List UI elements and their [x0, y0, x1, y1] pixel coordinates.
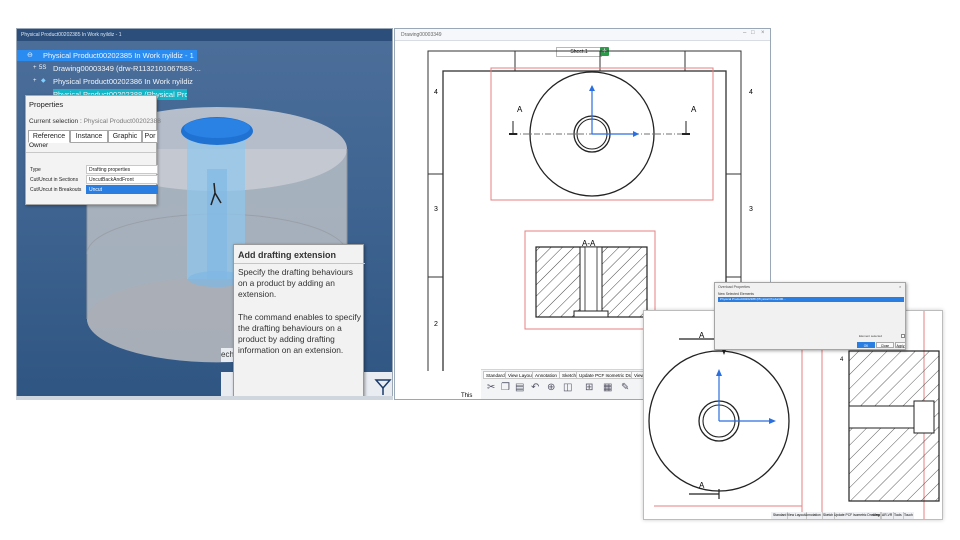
minimize-icon[interactable]: – [743, 30, 746, 36]
tab-standard[interactable]: Standard [483, 371, 508, 379]
zoom-label-a-bottom: A [699, 481, 705, 490]
title-block-fragment: This [461, 393, 473, 399]
viewport-3d-window[interactable]: Physical Product00202385 In Work nyildiz… [16, 28, 393, 400]
scissors-icon[interactable]: ✂ [487, 382, 495, 393]
tab-por[interactable]: Por [142, 130, 158, 143]
tree-node-icon: ⊖ [27, 52, 33, 59]
ztab-touch[interactable]: Touch [903, 512, 914, 519]
drawing-titlebar: Drawing00003349 [395, 29, 770, 41]
overload-properties-dialog[interactable]: Overload Properties × New Selected Eleme… [714, 282, 906, 350]
row-number-4: 4 [434, 89, 438, 96]
row-number-4-right: 4 [749, 89, 753, 96]
cut-sections-field[interactable]: UncutBackAndFront [86, 175, 158, 184]
tree-item-product-386[interactable]: + ◆ Physical Product00202386 In Work nyi… [17, 76, 197, 87]
row-number-3-right: 3 [749, 206, 753, 213]
tree-item-root[interactable]: ⊖ Physical Product00202385 In Work nyild… [17, 50, 197, 61]
pencil-icon[interactable]: ✎ [621, 382, 629, 393]
table-icon[interactable]: ▦ [603, 382, 612, 393]
properties-panel[interactable]: Properties Current selection : Physical … [25, 95, 161, 205]
section-label-right: A [691, 105, 697, 114]
product-icon: ◆ [41, 78, 46, 84]
cut-breakouts-field[interactable]: Uncut [86, 185, 158, 194]
copy-icon[interactable]: ❐ [501, 382, 510, 393]
section-view-label: A-A [582, 239, 596, 248]
prop-row-type: Type Drafting properties [28, 165, 158, 175]
more-icon[interactable] [373, 374, 393, 398]
tooltip-add-drafting-extension: Add drafting extension Specify the draft… [233, 244, 365, 399]
tab-annotation[interactable]: Annotation [532, 371, 560, 379]
ztab-annotation[interactable]: Annotation [804, 512, 823, 519]
prop-row-cut-sections: Cut/Uncut in Sections UncutBackAndFront [28, 175, 158, 185]
tree-expand-icon: + [33, 65, 37, 71]
section-label-left: A [517, 105, 523, 114]
prop-row-cut-breakouts: Cut/Uncut in Breakouts Uncut [28, 185, 158, 195]
tooltip-details: The command enables to specify the draft… [238, 312, 361, 355]
dialog-checkbox-label: Element selected [859, 334, 883, 338]
dialog-subtitle: New Selected Elements [718, 292, 754, 296]
tooltip-description: Specify the drafting behaviours on a pro… [238, 267, 353, 299]
row-number-3: 3 [434, 206, 438, 213]
dialog-selected-row[interactable]: Physical Product00202388 (Physical Produ… [718, 297, 904, 302]
zoomed-action-bar[interactable]: Standard View Layout Annotation Sketch U… [771, 512, 914, 519]
zoom-label-a-top: A [699, 331, 705, 340]
maximize-icon[interactable]: □ [751, 30, 755, 36]
dialog-close-button[interactable]: Close [876, 342, 894, 348]
tab-graphic[interactable]: Graphic [108, 130, 142, 143]
zoom-row-number: 4 [840, 357, 844, 363]
type-field[interactable]: Drafting properties [86, 165, 158, 174]
tree-item-drawing[interactable]: + 5S Drawing00003349 (drw-R1132101067583… [17, 63, 201, 74]
tooltip-title: Add drafting extension [238, 250, 337, 260]
view-icon[interactable]: ◫ [563, 382, 572, 393]
zoom-icon[interactable]: ⊕ [547, 382, 555, 393]
close-icon[interactable]: × [761, 30, 765, 36]
row-number-2: 2 [434, 321, 438, 328]
current-selection: Current selection : Physical Product0020… [29, 118, 161, 125]
spec-tree[interactable]: ⊖ Physical Product00202385 In Work nyild… [17, 50, 201, 100]
dialog-close-icon[interactable]: × [899, 284, 901, 289]
viewport-scrollbar[interactable] [16, 396, 393, 400]
dialog-apply-button[interactable]: Apply [895, 342, 906, 348]
tree-prefix: 5S [39, 65, 47, 71]
undo-icon[interactable]: ↶ [531, 382, 539, 393]
tree-expand-icon: + [33, 78, 37, 84]
tab-instance[interactable]: Instance [70, 130, 108, 143]
properties-title: Properties [29, 100, 64, 109]
dialog-ok-button[interactable]: OK [857, 342, 875, 348]
paste-icon[interactable]: ▤ [515, 382, 524, 393]
owner-label: Owner [29, 142, 49, 149]
dialog-checkbox[interactable] [901, 334, 905, 338]
dialog-title: Overload Properties [718, 285, 750, 289]
layout-icon[interactable]: ⊞ [585, 382, 593, 393]
